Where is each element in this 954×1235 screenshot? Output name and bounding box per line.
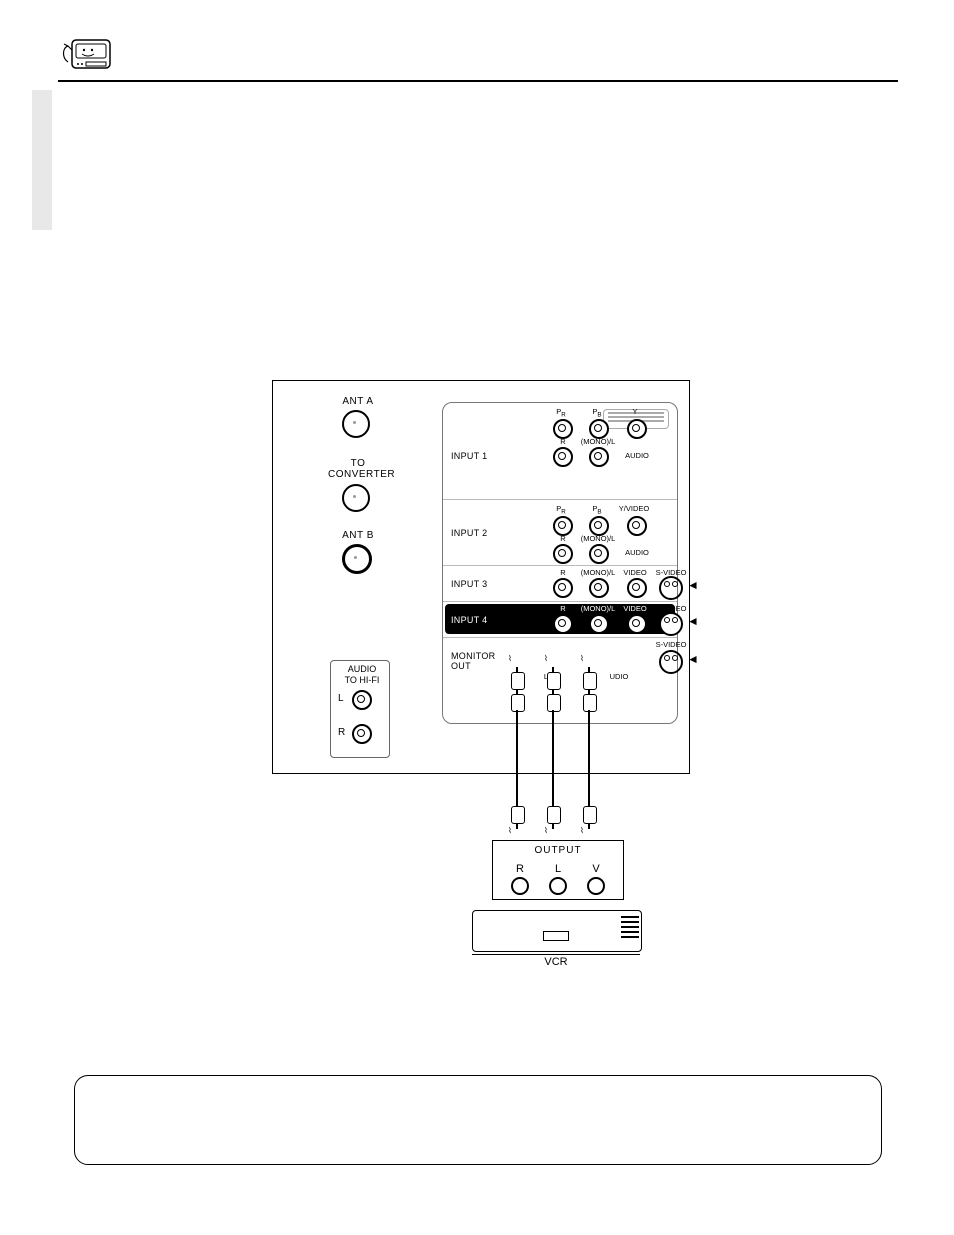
label-to: TO bbox=[351, 458, 366, 469]
label-input3: INPUT 3 bbox=[451, 579, 487, 589]
label-pr: PR bbox=[541, 407, 581, 419]
plug-tv-l2 bbox=[547, 694, 561, 712]
jack-in1-l bbox=[589, 447, 609, 467]
jack-mo-svideo bbox=[659, 650, 683, 674]
jack-in2-l bbox=[589, 544, 609, 564]
plug-vcr-r-up bbox=[511, 806, 525, 824]
jack-in2-r bbox=[553, 544, 573, 564]
jack-in2-pb bbox=[589, 516, 609, 536]
label-mo-audio: UDIO bbox=[599, 672, 639, 681]
jack-in4-r bbox=[553, 614, 573, 634]
vcr-device bbox=[472, 910, 642, 952]
jack-in3-svideo bbox=[659, 576, 683, 600]
label-in2-pr: PR bbox=[541, 504, 581, 516]
label-in2-mono: (MONO)/L bbox=[573, 534, 623, 543]
label-vcr-output: OUTPUT bbox=[493, 845, 623, 856]
signal-icon-v: ⌇ bbox=[580, 654, 584, 663]
plug-tv-l bbox=[547, 672, 561, 690]
label-converter: CONVERTER bbox=[328, 469, 395, 480]
header-rule bbox=[58, 80, 898, 82]
jack-in1-y bbox=[627, 419, 647, 439]
plug-vcr-v-up bbox=[583, 806, 597, 824]
label-vcr-l: L bbox=[545, 863, 571, 875]
plug-tv-r bbox=[511, 672, 525, 690]
jack-in2-pr bbox=[553, 516, 573, 536]
plug-tv-v bbox=[583, 672, 597, 690]
label-audio-hifi: AUDIO TO HI-FI bbox=[332, 664, 392, 686]
label-monitor-out: MONITOR OUT bbox=[451, 651, 495, 671]
label-in1-mono: (MONO)/L bbox=[573, 437, 623, 446]
label-input2: INPUT 2 bbox=[451, 528, 487, 538]
note-box bbox=[74, 1075, 882, 1165]
jack-ant-a bbox=[342, 410, 370, 438]
label-hifi-r: R bbox=[338, 727, 345, 738]
label-ant-b: ANT B bbox=[328, 530, 388, 541]
label-mo-svideo: S-VIDEO bbox=[649, 640, 693, 649]
label-pb: PB bbox=[577, 407, 617, 419]
signal-icon-r: ⌇ bbox=[508, 654, 512, 663]
jack-ant-b bbox=[342, 544, 372, 574]
jack-in4-l bbox=[589, 614, 609, 634]
cable-r bbox=[516, 710, 518, 806]
label-input1: INPUT 1 bbox=[451, 451, 487, 461]
label-to-converter: TO CONVERTER bbox=[328, 458, 388, 480]
row-input1: INPUT 1 PR PB Y R (MONO)/L AUDIO bbox=[443, 403, 677, 489]
jack-in3-r bbox=[553, 578, 573, 598]
label-vcr-r: R bbox=[507, 863, 533, 875]
jacks-input1: PR PB Y R (MONO)/L AUDIO bbox=[501, 407, 671, 455]
label-hifi-l: L bbox=[338, 693, 344, 704]
jacks-input2: PR PB Y/VIDEO R (MONO)/L AUDIO bbox=[501, 504, 671, 552]
cable-v bbox=[588, 710, 590, 806]
label-vcr-v: V bbox=[583, 863, 609, 875]
arrow-mo: ◄ bbox=[687, 652, 699, 666]
jack-vcr-v bbox=[587, 877, 605, 895]
jack-vcr-r bbox=[511, 877, 529, 895]
vcr-output-panel: OUTPUT R L V bbox=[492, 840, 624, 900]
vcr-vent-icon bbox=[621, 913, 639, 949]
label-ant-a: ANT A bbox=[328, 396, 388, 407]
arrow-in3: ◄ bbox=[687, 578, 699, 592]
plug-tv-r2 bbox=[511, 694, 525, 712]
label-vcr: VCR bbox=[472, 956, 640, 968]
label-input4: INPUT 4 bbox=[451, 615, 487, 625]
jack-to-converter bbox=[342, 484, 370, 512]
jack-hifi-l bbox=[352, 690, 372, 710]
signal-icon-l2: ⌇ bbox=[544, 826, 548, 835]
plug-tv-v2 bbox=[583, 694, 597, 712]
jack-in3-l bbox=[589, 578, 609, 598]
label-in2-yvideo: Y/VIDEO bbox=[609, 504, 659, 513]
label-to-hifi: TO HI-FI bbox=[345, 675, 380, 685]
jack-vcr-l bbox=[549, 877, 567, 895]
jack-in2-y bbox=[627, 516, 647, 536]
jack-in4-v bbox=[627, 614, 647, 634]
label-in2-audio: AUDIO bbox=[617, 548, 657, 557]
label-in1-audio: AUDIO bbox=[617, 451, 657, 460]
jack-in1-pr bbox=[553, 419, 573, 439]
jack-in1-r bbox=[553, 447, 573, 467]
signal-icon-v2: ⌇ bbox=[580, 826, 584, 835]
row-input2: INPUT 2 PR PB Y/VIDEO R (MONO)/L AUDIO bbox=[443, 499, 677, 565]
label-y: Y bbox=[615, 407, 655, 416]
vcr-slot-icon bbox=[543, 931, 569, 941]
jack-hifi-r bbox=[352, 724, 372, 744]
page-side-tab bbox=[32, 90, 52, 230]
vcr-underline bbox=[472, 954, 640, 955]
jack-in4-svideo bbox=[659, 612, 683, 636]
label-audio: AUDIO bbox=[348, 664, 377, 674]
plug-vcr-l-up bbox=[547, 806, 561, 824]
manual-icon bbox=[58, 34, 114, 74]
signal-icon-r2: ⌇ bbox=[508, 826, 512, 835]
jack-in1-pb bbox=[589, 419, 609, 439]
arrow-in4: ◄ bbox=[687, 614, 699, 628]
row-input4: INPUT 4 R (MONO)/L VIDEO S-VIDEO ◄ bbox=[443, 601, 677, 637]
cable-l bbox=[552, 710, 554, 806]
row-input3: INPUT 3 R (MONO)/L VIDEO S-VIDEO ◄ bbox=[443, 565, 677, 601]
signal-icon-l: ⌇ bbox=[544, 654, 548, 663]
jack-in3-v bbox=[627, 578, 647, 598]
